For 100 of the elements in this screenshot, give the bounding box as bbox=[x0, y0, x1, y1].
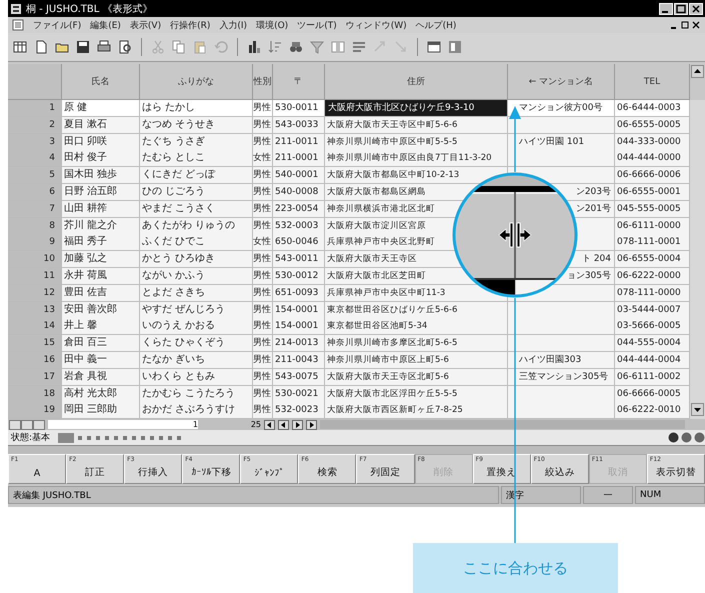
menu-item[interactable]: ファイル(F) bbox=[33, 18, 82, 32]
maximize-button[interactable] bbox=[674, 2, 688, 14]
menu-item[interactable]: 入力(I) bbox=[219, 18, 248, 32]
table-cell: 078-111-0001 bbox=[615, 234, 690, 252]
table-cell: 田口 卯咲 bbox=[62, 134, 140, 151]
table-cell: 044-333-0000 bbox=[615, 134, 690, 151]
table-cell: 214-0013 bbox=[273, 335, 325, 352]
table-cell: 山田 耕筰 bbox=[62, 200, 140, 218]
table-cell: 井上 馨 bbox=[62, 318, 140, 336]
row-number[interactable]: 11 bbox=[8, 268, 62, 285]
row-number[interactable]: 9 bbox=[8, 234, 62, 252]
save-icon[interactable] bbox=[75, 39, 91, 55]
table-cell: いのうえ かおる bbox=[140, 318, 253, 336]
table-cell: 女性 bbox=[253, 234, 273, 252]
restore-button[interactable] bbox=[680, 20, 690, 30]
menu-item[interactable]: 編集(E) bbox=[90, 18, 121, 32]
table-cell: 田中 義一 bbox=[62, 352, 140, 369]
row-number[interactable]: 3 bbox=[8, 134, 62, 151]
table-cell: 045-555-0005 bbox=[615, 200, 690, 218]
table-cell: 男性 bbox=[253, 335, 273, 352]
table-cell: 650-0046 bbox=[273, 234, 325, 252]
column-icon[interactable] bbox=[330, 39, 346, 55]
row-number[interactable]: 16 bbox=[8, 352, 62, 369]
table-cell: 530-0011 bbox=[273, 100, 325, 117]
table-cell: 大阪府大阪市天王寺区北町5-6 bbox=[325, 368, 508, 386]
horizontal-scrollbar[interactable] bbox=[320, 420, 685, 430]
round-button[interactable] bbox=[681, 432, 692, 444]
sort-icon[interactable] bbox=[267, 39, 283, 55]
row-number[interactable]: 12 bbox=[8, 284, 62, 302]
menu-item[interactable]: ウィンドウ(W) bbox=[346, 18, 407, 32]
row-number[interactable]: 4 bbox=[8, 150, 62, 168]
round-button[interactable] bbox=[668, 432, 679, 444]
table-cell: 女性 bbox=[253, 150, 273, 168]
table-cell: ハイツ田園303 bbox=[508, 352, 615, 369]
row-number[interactable]: 7 bbox=[8, 200, 62, 218]
row-number[interactable]: 13 bbox=[8, 302, 62, 319]
table-cell: ハイツ田園 101 bbox=[508, 134, 615, 151]
row-number[interactable]: 8 bbox=[8, 218, 62, 235]
binoculars-icon[interactable] bbox=[288, 39, 304, 55]
table-cell: 男性 bbox=[253, 134, 273, 151]
table-icon[interactable] bbox=[12, 39, 28, 55]
table-cell: たかむら こうたろう bbox=[140, 386, 253, 403]
row-number[interactable]: 17 bbox=[8, 368, 62, 386]
bar-chart-icon[interactable] bbox=[246, 39, 262, 55]
menu-item[interactable]: ヘルプ(H) bbox=[416, 18, 456, 32]
row-number[interactable]: 6 bbox=[8, 184, 62, 201]
table-cell: 東京都世田谷区池町5-34 bbox=[325, 318, 508, 336]
table-cell: 154-0001 bbox=[273, 318, 325, 336]
row-number[interactable]: 14 bbox=[8, 318, 62, 336]
close-button[interactable] bbox=[691, 20, 701, 30]
row-number[interactable]: 5 bbox=[8, 167, 62, 184]
page-number: 1 bbox=[48, 420, 198, 430]
row-number[interactable]: 10 bbox=[8, 251, 62, 268]
table-cell: 安田 善次郎 bbox=[62, 302, 140, 319]
app-icon bbox=[10, 2, 22, 14]
table-cell: 男性 bbox=[253, 218, 273, 235]
table-cell: あくたがわ りゅうの bbox=[140, 218, 253, 235]
table-cell: 神奈川県川崎市中原区由良7丁目11-3-20 bbox=[325, 150, 508, 168]
row-number[interactable]: 19 bbox=[8, 402, 62, 420]
row-number[interactable]: 18 bbox=[8, 386, 62, 403]
round-button[interactable] bbox=[694, 432, 705, 444]
table-cell: 06-6666-0005 bbox=[615, 386, 690, 403]
scroll-up-button[interactable] bbox=[691, 65, 704, 78]
table-cell: 06-6111-0002 bbox=[615, 368, 690, 386]
table-cell: 国木田 独歩 bbox=[62, 167, 140, 184]
copy-icon[interactable] bbox=[171, 39, 187, 55]
row-number[interactable]: 1 bbox=[8, 100, 62, 117]
vertical-scrollbar[interactable] bbox=[690, 100, 705, 420]
menu-item[interactable]: ツール(T) bbox=[297, 18, 337, 32]
table-cell: 男性 bbox=[253, 200, 273, 218]
table-cell: 540-0008 bbox=[273, 184, 325, 201]
table-cell: 06-6222-0000 bbox=[615, 268, 690, 285]
table-cell: やすだ ぜんじろう bbox=[140, 302, 253, 319]
table-cell: 男性 bbox=[253, 284, 273, 302]
table-cell: 男性 bbox=[253, 402, 273, 420]
menu-item[interactable]: 表示(V) bbox=[130, 18, 162, 32]
preview-icon[interactable] bbox=[117, 39, 133, 55]
view-buttons-icon[interactable] bbox=[9, 420, 45, 430]
scroll-down-button[interactable] bbox=[691, 403, 704, 416]
row-number[interactable]: 15 bbox=[8, 335, 62, 352]
table-cell: かとう ひろゆき bbox=[140, 251, 253, 268]
panel-icon[interactable] bbox=[447, 39, 463, 55]
table-cell: 532-0003 bbox=[273, 218, 325, 235]
row-number[interactable]: 2 bbox=[8, 116, 62, 134]
table-cell: 日野 治五郎 bbox=[62, 184, 140, 201]
table-cell: ながい かふう bbox=[140, 268, 253, 285]
table-cell: たなか ぎいち bbox=[140, 352, 253, 369]
window-icon[interactable] bbox=[426, 39, 442, 55]
table-cell: 03-5444-0007 bbox=[615, 302, 690, 319]
menu-item[interactable]: 環境(O) bbox=[256, 18, 288, 32]
table-cell: 大阪府大阪市北区ひばりケ丘9-3-10 bbox=[325, 100, 508, 117]
document-icon[interactable] bbox=[12, 19, 24, 31]
menu-item[interactable]: 行操作(R) bbox=[170, 18, 210, 32]
table-cell: 男性 bbox=[253, 318, 273, 336]
table-cell: 夏目 漱石 bbox=[62, 116, 140, 134]
table-cell: 06-6222-0010 bbox=[615, 402, 690, 420]
table-cell: 大阪府大阪市北区浮田ケ丘5-5-5 bbox=[325, 386, 508, 403]
form-icon[interactable] bbox=[351, 39, 367, 55]
table-cell: 03-5666-0005 bbox=[615, 318, 690, 336]
minimize-button[interactable] bbox=[659, 2, 673, 14]
